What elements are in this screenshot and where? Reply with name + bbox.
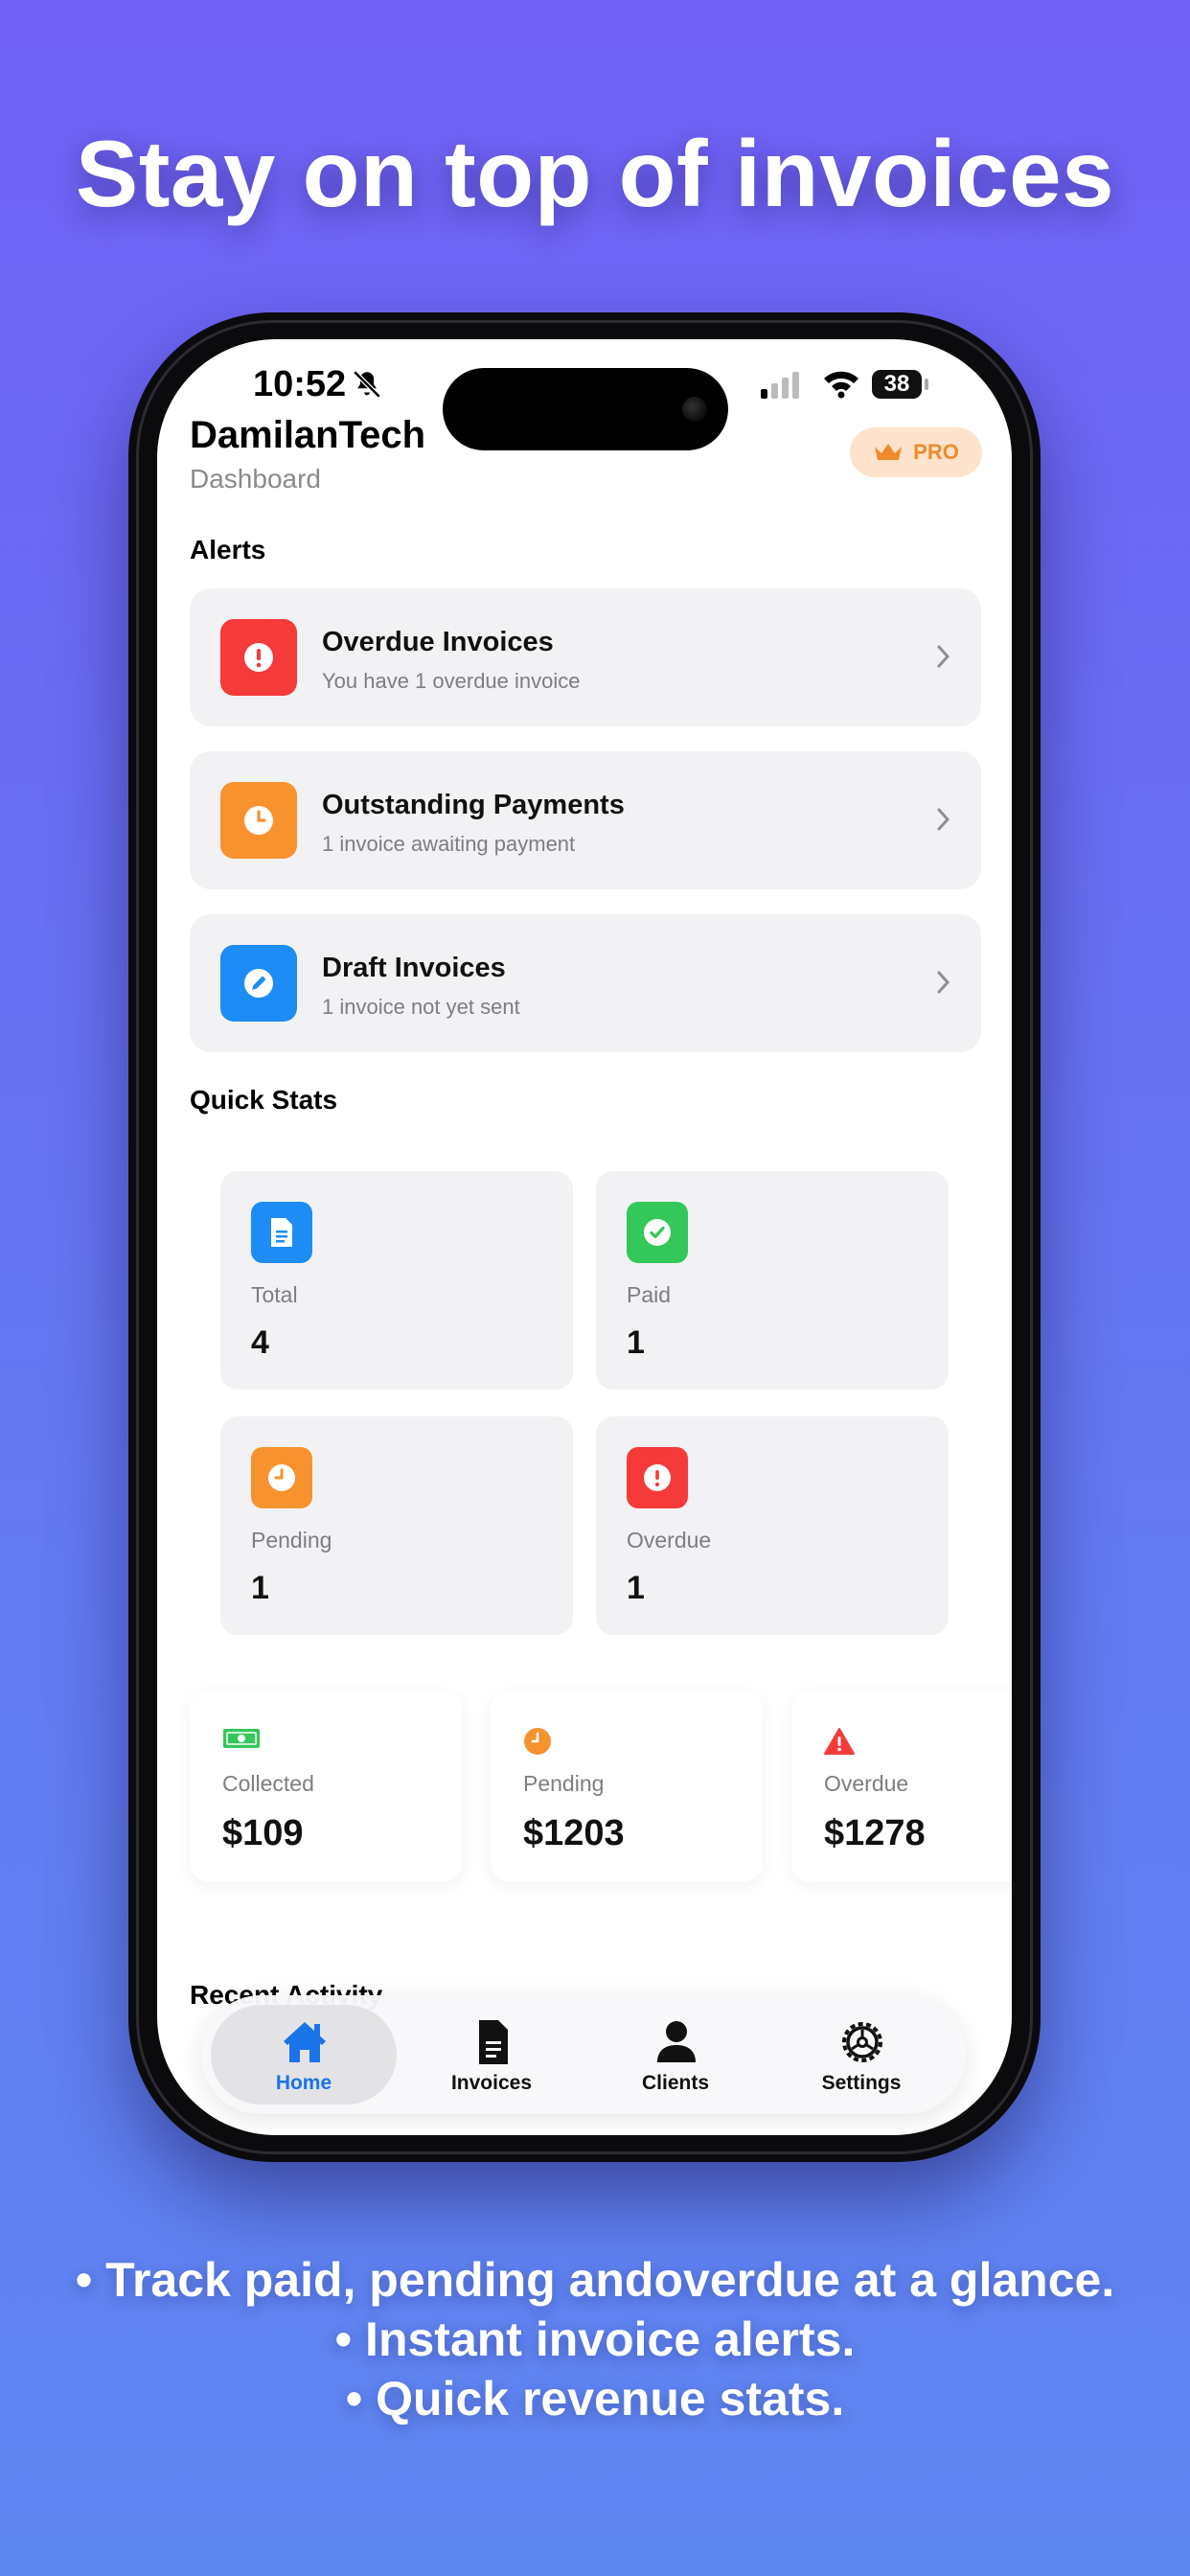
pencil-circle-icon — [244, 969, 273, 998]
clock-icon — [268, 1464, 295, 1491]
checkmark-circle-icon — [644, 1219, 671, 1246]
battery-nub — [925, 379, 928, 390]
page-subtitle: Dashboard — [190, 464, 321, 494]
clock-icon — [244, 806, 273, 835]
stat-card-overdue[interactable]: Overdue 1 — [596, 1416, 949, 1635]
tab-invoices[interactable]: Invoices — [399, 2005, 584, 2104]
alert-title: Outstanding Payments — [322, 790, 625, 820]
alert-icon-tile — [220, 945, 297, 1022]
revenue-card-pending[interactable]: Pending $1203 — [491, 1690, 763, 1882]
document-icon — [479, 2020, 508, 2064]
stat-label: Pending — [251, 1528, 332, 1552]
stat-icon-tile — [627, 1202, 688, 1263]
phone-frame: 10:52 38 DamilanTech Dashboard PRO Alert… — [128, 312, 1041, 2162]
stat-value: 1 — [627, 1570, 645, 1606]
tab-label: Clients — [641, 2072, 709, 2094]
stat-value: 4 — [251, 1324, 269, 1361]
chevron-right-icon — [937, 971, 950, 994]
stat-label: Total — [251, 1282, 298, 1307]
clock-icon — [524, 1728, 551, 1755]
stat-icon-tile — [251, 1202, 312, 1263]
quick-stats-section-title: Quick Stats — [190, 1085, 338, 1115]
stat-label: Paid — [627, 1282, 672, 1307]
pro-badge[interactable]: PRO — [850, 427, 982, 477]
banknote-icon — [223, 1729, 260, 1748]
stat-value: 1 — [627, 1324, 645, 1361]
phone-screen: 10:52 38 DamilanTech Dashboard PRO Alert… — [157, 339, 1012, 2135]
battery-indicator: 38 — [872, 370, 922, 399]
alert-subtitle: 1 invoice awaiting payment — [322, 832, 576, 856]
stat-icon-tile — [251, 1447, 312, 1508]
alert-card-outstanding[interactable]: Outstanding Payments 1 invoice awaiting … — [190, 751, 981, 889]
revenue-value: $1203 — [523, 1813, 625, 1853]
alert-card-drafts[interactable]: Draft Invoices 1 invoice not yet sent — [190, 914, 981, 1052]
person-icon — [657, 2021, 696, 2062]
alert-title: Overdue Invoices — [322, 627, 554, 657]
revenue-card-overdue[interactable]: Overdue $1278 — [791, 1690, 1012, 1882]
warning-triangle-icon — [824, 1728, 855, 1755]
tab-bar: Home Invoices Clients Settings — [201, 1995, 966, 2114]
tab-label: Home — [275, 2072, 332, 2094]
stat-icon-tile — [627, 1447, 688, 1508]
stat-card-total[interactable]: Total 4 — [220, 1171, 573, 1390]
feature-bullets: • Track paid, pending andoverdue at a gl… — [0, 2250, 1190, 2428]
revenue-card-collected[interactable]: Collected $109 — [190, 1690, 462, 1882]
wifi-icon — [824, 371, 858, 399]
stat-value: 1 — [251, 1570, 269, 1606]
status-time: 10:52 — [253, 364, 347, 404]
cellular-signal-icon — [761, 372, 799, 399]
stat-card-pending[interactable]: Pending 1 — [220, 1416, 573, 1635]
revenue-label: Pending — [523, 1771, 605, 1796]
alert-title: Draft Invoices — [322, 953, 506, 983]
alert-subtitle: 1 invoice not yet sent — [322, 995, 520, 1019]
document-icon — [271, 1218, 292, 1247]
stat-card-paid[interactable]: Paid 1 — [596, 1171, 949, 1390]
stat-label: Overdue — [627, 1528, 712, 1552]
front-camera — [682, 397, 707, 422]
revenue-value: $109 — [222, 1813, 304, 1853]
alerts-section-title: Alerts — [190, 535, 266, 564]
revenue-label: Collected — [222, 1771, 314, 1796]
chevron-right-icon — [937, 808, 950, 831]
tab-label: Invoices — [450, 2072, 533, 2094]
gear-icon — [842, 2022, 882, 2062]
revenue-label: Overdue — [824, 1771, 909, 1796]
house-icon — [284, 2022, 326, 2062]
marketing-headline: Stay on top of invoices — [75, 121, 1115, 226]
feature-bullet: • Quick revenue stats. — [345, 2372, 845, 2426]
feature-bullet: • Instant invoice alerts. — [334, 2312, 856, 2366]
alert-icon-tile — [220, 619, 297, 696]
chevron-right-icon — [937, 645, 950, 668]
tab-settings[interactable]: Settings — [768, 2005, 954, 2104]
revenue-value: $1278 — [824, 1813, 926, 1853]
tab-home[interactable]: Home — [211, 2005, 397, 2104]
dynamic-island — [443, 368, 728, 450]
feature-bullet: • Track paid, pending andoverdue at a gl… — [75, 2253, 1115, 2307]
crown-icon — [875, 444, 903, 460]
alert-icon-tile — [220, 782, 297, 859]
tab-clients[interactable]: Clients — [583, 2005, 768, 2104]
app-title: DamilanTech — [190, 414, 425, 456]
pro-badge-label: PRO — [913, 440, 959, 464]
exclamation-circle-icon — [244, 643, 273, 672]
bell-slash-icon — [353, 370, 381, 399]
alert-subtitle: You have 1 overdue invoice — [322, 669, 581, 693]
exclamation-circle-icon — [644, 1464, 671, 1491]
alert-card-overdue[interactable]: Overdue Invoices You have 1 overdue invo… — [190, 588, 981, 726]
tab-label: Settings — [821, 2072, 902, 2094]
